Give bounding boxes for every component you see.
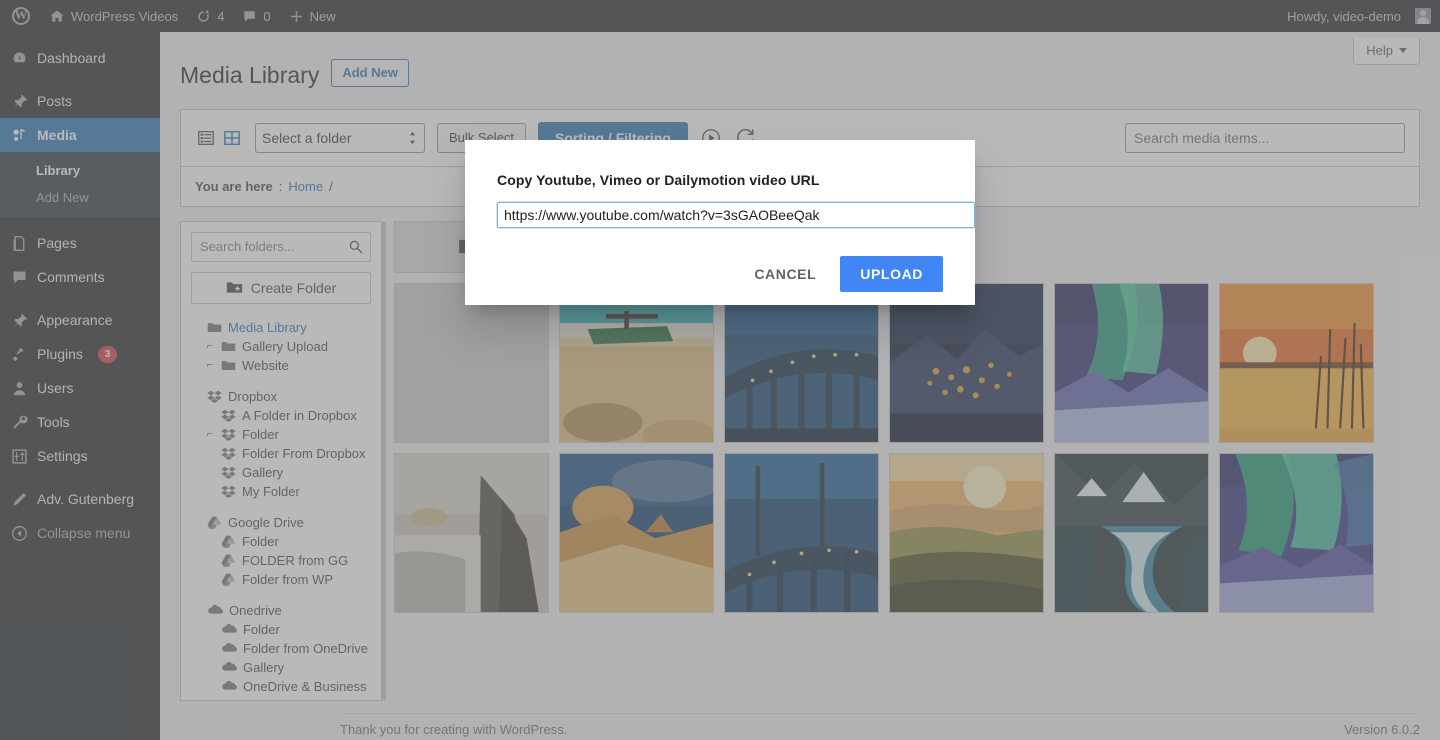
video-url-dialog: Copy Youtube, Vimeo or Dailymotion video… (465, 140, 975, 305)
dialog-url-field-wrapper (481, 188, 959, 228)
upload-button[interactable]: UPLOAD (840, 256, 943, 292)
video-url-input[interactable] (497, 202, 975, 228)
modal-overlay[interactable] (0, 0, 1440, 740)
dialog-actions: CANCEL UPLOAD (481, 228, 959, 292)
dialog-title: Copy Youtube, Vimeo or Dailymotion video… (481, 140, 959, 188)
cancel-button[interactable]: CANCEL (740, 256, 830, 292)
